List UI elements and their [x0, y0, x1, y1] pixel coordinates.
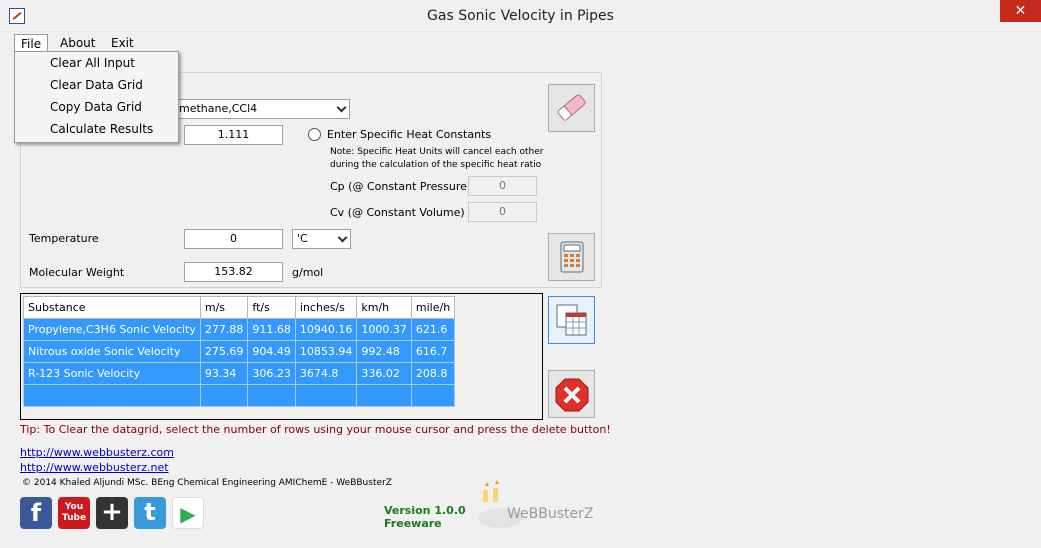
temperature-unit-value: 'C	[297, 232, 308, 245]
play-store-icon[interactable]: ▶	[172, 497, 204, 529]
table-cell[interactable]: R-123 Sonic Velocity	[23, 362, 201, 385]
table-cell[interactable]: 306.23	[247, 362, 296, 385]
table-row-empty[interactable]	[23, 384, 456, 407]
version-info: Version 1.0.0 Freeware	[384, 504, 466, 530]
cp-label: Cp (@ Constant Pressure)	[330, 180, 472, 193]
results-table: Substance m/s ft/s inches/s km/h mile/h …	[23, 296, 456, 407]
cv-label: Cv (@ Constant Volume)	[330, 206, 465, 219]
tip-text: Tip: To Clear the datagrid, select the n…	[20, 423, 611, 436]
copy-grid-icon	[556, 304, 587, 336]
temperature-label: Temperature	[29, 232, 99, 245]
table-cell[interactable]: 336.02	[356, 362, 412, 385]
table-cell[interactable]	[199, 384, 249, 407]
chevron-down-icon	[337, 232, 348, 243]
table-header-row: Substance m/s ft/s inches/s km/h mile/h	[23, 296, 456, 319]
column-header[interactable]: inches/s	[294, 296, 358, 319]
link-webbusterz-com[interactable]: http://www.webbusterz.com	[20, 446, 174, 459]
column-header[interactable]: mile/h	[410, 296, 456, 319]
specific-heat-note: Note: Specific Heat Units will cancel ea…	[330, 147, 544, 170]
molecular-weight-unit: g/mol	[292, 266, 324, 279]
table-row[interactable]: R-123 Sonic Velocity 93.34 306.23 3674.8…	[23, 362, 456, 385]
menu-about[interactable]: About	[54, 34, 101, 52]
menu-copy-data-grid[interactable]: Copy Data Grid	[15, 96, 178, 118]
close-icon	[555, 378, 589, 412]
license-type: Freeware	[384, 517, 442, 530]
eraser-button[interactable]	[548, 84, 595, 132]
menu-clear-data-grid[interactable]: Clear Data Grid	[15, 74, 178, 96]
chevron-down-icon	[336, 102, 347, 113]
title-bar: Gas Sonic Velocity in Pipes	[0, 0, 1041, 32]
cp-input[interactable]: 0	[468, 176, 537, 196]
table-cell[interactable]	[410, 384, 456, 407]
table-cell[interactable]: 992.48	[356, 340, 412, 363]
column-header[interactable]: km/h	[356, 296, 412, 319]
copyright-text: © 2014 Khaled Aljundi MSc. BEng Chemical…	[22, 478, 392, 488]
menu-file[interactable]: File	[14, 34, 49, 52]
table-cell[interactable]: Propylene,C3H6 Sonic Velocity	[23, 318, 201, 341]
table-cell[interactable]	[247, 384, 296, 407]
column-header[interactable]: m/s	[199, 296, 249, 319]
menu-bar: File About Exit	[0, 32, 1041, 52]
molecular-weight-input[interactable]: 153.82	[184, 262, 283, 282]
calculate-button[interactable]	[548, 233, 595, 281]
version-number: Version 1.0.0	[384, 504, 466, 517]
table-row[interactable]: Nitrous oxide Sonic Velocity 275.69 904.…	[23, 340, 456, 363]
heat-ratio-input[interactable]: 1.111	[184, 125, 283, 145]
column-header[interactable]: Substance	[23, 296, 201, 319]
calculator-icon	[560, 241, 584, 273]
table-cell[interactable]: Nitrous oxide Sonic Velocity	[23, 340, 201, 363]
table-cell[interactable]: 93.34	[199, 362, 249, 385]
table-cell[interactable]: 10940.16	[294, 318, 358, 341]
specific-heat-radio-label: Enter Specific Heat Constants	[327, 128, 492, 141]
menu-exit[interactable]: Exit	[105, 34, 140, 52]
table-cell[interactable]	[356, 384, 412, 407]
youtube-icon[interactable]: You Tube	[58, 497, 90, 529]
eraser-icon	[557, 94, 586, 121]
twitter-icon[interactable]: t	[134, 497, 166, 529]
table-cell[interactable]: 10853.94	[294, 340, 358, 363]
file-dropdown-menu: Clear All Input Clear Data Grid Copy Dat…	[14, 51, 179, 143]
table-cell[interactable]: 275.69	[199, 340, 249, 363]
table-cell[interactable]: 621.6	[410, 318, 456, 341]
facebook-icon[interactable]: f	[20, 497, 52, 529]
table-cell[interactable]	[23, 384, 201, 407]
temperature-input[interactable]: 0	[184, 229, 283, 249]
close-window-button[interactable]: ✕	[1000, 0, 1041, 22]
table-cell[interactable]: 616.7	[410, 340, 456, 363]
google-plus-icon[interactable]: +	[96, 497, 128, 529]
table-row[interactable]: Propylene,C3H6 Sonic Velocity 277.88 911…	[23, 318, 456, 341]
table-cell[interactable]: 904.49	[247, 340, 296, 363]
link-webbusterz-net[interactable]: http://www.webbusterz.net	[20, 461, 169, 474]
table-cell[interactable]: 208.8	[410, 362, 456, 385]
menu-calculate-results[interactable]: Calculate Results	[15, 118, 178, 140]
logo-graphic	[478, 480, 522, 528]
copy-grid-button[interactable]	[548, 296, 595, 344]
results-grid[interactable]: Substance m/s ft/s inches/s km/h mile/h …	[20, 293, 543, 420]
molecular-weight-label: Molecular Weight	[29, 266, 125, 279]
specific-heat-radio[interactable]	[308, 128, 321, 141]
menu-clear-all-input[interactable]: Clear All Input	[15, 52, 178, 74]
exit-button[interactable]	[548, 370, 595, 418]
brand-name: WeBBusterZ	[507, 506, 594, 522]
temperature-unit-select[interactable]: 'C	[292, 229, 351, 249]
window-title: Gas Sonic Velocity in Pipes	[427, 8, 614, 24]
substance-select[interactable]: methane,CCl4	[174, 99, 350, 119]
table-cell[interactable]: 277.88	[199, 318, 249, 341]
cv-input[interactable]: 0	[468, 202, 537, 222]
substance-select-value: methane,CCl4	[179, 102, 258, 115]
column-header[interactable]: ft/s	[247, 296, 296, 319]
table-cell[interactable]	[294, 384, 358, 407]
table-cell[interactable]: 911.68	[247, 318, 296, 341]
table-cell[interactable]: 3674.8	[294, 362, 358, 385]
webbusterz-logo: WeBBusterZ	[475, 480, 605, 530]
table-cell[interactable]: 1000.37	[356, 318, 412, 341]
